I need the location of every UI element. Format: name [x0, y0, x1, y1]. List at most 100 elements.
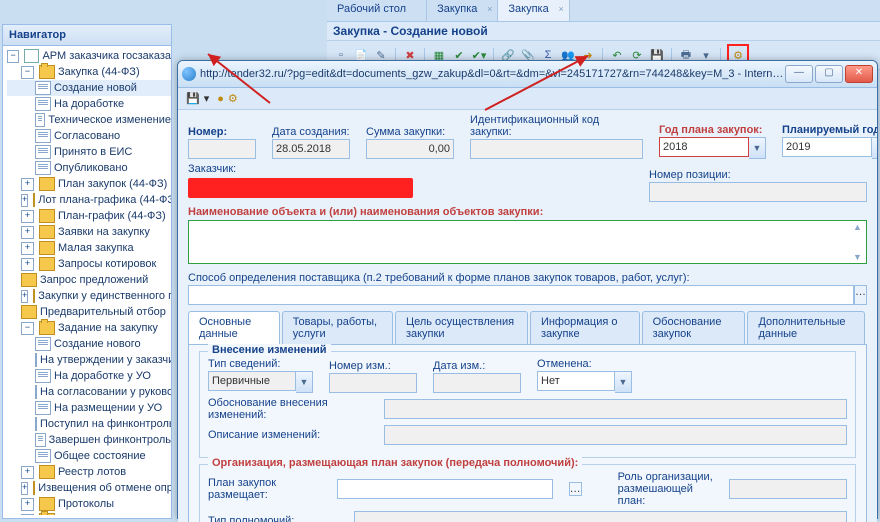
- tree-item[interactable]: Создание новой: [7, 80, 171, 96]
- chevron-down-icon[interactable]: ▼: [872, 137, 877, 159]
- action2-icon[interactable]: ⚙: [228, 93, 238, 105]
- doc-title: Закупка - Создание новой: [327, 22, 880, 40]
- tree-item[interactable]: +Запросы котировок: [7, 256, 171, 272]
- tree-item[interactable]: Поступил на финконтроль: [7, 416, 171, 432]
- expand-icon[interactable]: +: [21, 226, 34, 239]
- dizm-input[interactable]: [433, 373, 521, 393]
- tree-item[interactable]: Запрос предложений: [7, 272, 171, 288]
- plan-input[interactable]: [337, 479, 553, 499]
- rol-input[interactable]: [729, 479, 847, 499]
- tp-input[interactable]: [354, 511, 847, 522]
- nizm-input[interactable]: [329, 373, 417, 393]
- lookup-button[interactable]: …: [569, 482, 582, 496]
- tree-item[interactable]: −Контракты: [7, 512, 171, 515]
- expand-icon[interactable]: +: [21, 242, 34, 255]
- expand-icon[interactable]: +: [21, 290, 28, 303]
- tree-item[interactable]: +План закупок (44-ФЗ): [7, 176, 171, 192]
- tree-item[interactable]: +Малая закупка: [7, 240, 171, 256]
- tab-desktop[interactable]: Рабочий стол: [327, 0, 427, 21]
- date-created-input[interactable]: [272, 139, 350, 159]
- doc-icon: [35, 97, 51, 111]
- god-select[interactable]: [659, 137, 749, 157]
- maximize-button[interactable]: ▢: [815, 65, 843, 83]
- tree-item[interactable]: На доработке: [7, 96, 171, 112]
- folder-open-icon: [39, 65, 55, 79]
- minimize-button[interactable]: —: [785, 65, 813, 83]
- naimen-textarea[interactable]: ▲▼: [188, 220, 867, 264]
- tree-item[interactable]: Общее состояние: [7, 448, 171, 464]
- tree-item[interactable]: На размещении у УО: [7, 400, 171, 416]
- tree-item[interactable]: +Извещения об отмене опреде: [7, 480, 171, 496]
- expand-icon[interactable]: +: [21, 194, 28, 207]
- close-icon[interactable]: ×: [558, 4, 563, 14]
- scroll-down-icon[interactable]: ▼: [853, 252, 862, 262]
- tab-purpose[interactable]: Цель осуществления закупки: [395, 311, 528, 344]
- opis-input[interactable]: [384, 425, 847, 445]
- scroll-up-icon[interactable]: ▲: [853, 222, 862, 232]
- folder-open-icon: [39, 513, 55, 515]
- tree-item[interactable]: +Реестр лотов: [7, 464, 171, 480]
- tree-item[interactable]: +Лот плана-графика (44-ФЗ): [7, 192, 171, 208]
- tab-zakupka-1[interactable]: Закупка×: [427, 0, 498, 21]
- dropdown-icon[interactable]: ▾: [204, 92, 210, 105]
- save-icon[interactable]: 💾: [186, 92, 200, 105]
- collapse-icon[interactable]: −: [21, 322, 34, 335]
- expand-icon[interactable]: +: [21, 466, 34, 479]
- ie-icon: [182, 67, 196, 81]
- tree-item[interactable]: Создание нового: [7, 336, 171, 352]
- nomer-input[interactable]: [188, 139, 256, 159]
- tab-main[interactable]: Основные данные: [188, 311, 280, 344]
- collapse-icon[interactable]: −: [21, 514, 34, 516]
- expand-icon[interactable]: +: [21, 482, 28, 495]
- close-button[interactable]: ✕: [845, 65, 873, 83]
- expand-icon[interactable]: +: [21, 498, 34, 511]
- tree-item[interactable]: На утверждении у заказчи: [7, 352, 171, 368]
- tree-item[interactable]: −Задание на закупку: [7, 320, 171, 336]
- doc-icon: [35, 449, 51, 463]
- tree-zakupka[interactable]: −Закупка (44-ФЗ): [7, 64, 171, 80]
- obosn-input[interactable]: [384, 399, 847, 419]
- folder-icon: [39, 209, 55, 223]
- tree-root[interactable]: −АРМ заказчика госзаказа: [7, 48, 171, 64]
- label: Дата создания:: [272, 126, 350, 138]
- plan-god-select[interactable]: [782, 137, 872, 157]
- sposob-input[interactable]: [188, 285, 854, 305]
- tab-extra[interactable]: Дополнительные данные: [747, 311, 865, 344]
- summa-input[interactable]: [366, 139, 454, 159]
- section-label: Наименование объекта и (или) наименовани…: [188, 206, 867, 218]
- expand-icon[interactable]: +: [21, 258, 34, 271]
- tree-item[interactable]: Опубликовано: [7, 160, 171, 176]
- doc-icon: [35, 385, 37, 399]
- tree-item[interactable]: Принято в ЕИС: [7, 144, 171, 160]
- nompos-input[interactable]: [649, 182, 867, 202]
- tree-item[interactable]: +Закупки у единственного пост: [7, 288, 171, 304]
- collapse-icon[interactable]: −: [7, 50, 19, 63]
- tip-select[interactable]: [208, 371, 296, 391]
- doc-icon: [35, 129, 51, 143]
- tab-zakupka-2[interactable]: Закупка×: [498, 0, 569, 21]
- collapse-icon[interactable]: −: [21, 66, 34, 79]
- chevron-down-icon[interactable]: ▼: [615, 371, 632, 393]
- close-icon[interactable]: ×: [487, 4, 492, 14]
- tree-item[interactable]: Завершен финконтроль: [7, 432, 171, 448]
- tab-info[interactable]: Информация о закупке: [530, 311, 640, 344]
- tree-item[interactable]: На согласовании у руково: [7, 384, 171, 400]
- lookup-button[interactable]: …: [854, 285, 867, 305]
- label: Сумма закупки:: [366, 126, 454, 138]
- expand-icon[interactable]: +: [21, 210, 34, 223]
- tree-item[interactable]: Согласовано: [7, 128, 171, 144]
- tree-item[interactable]: Техническое изменение: [7, 112, 171, 128]
- tab-goods[interactable]: Товары, работы, услуги: [282, 311, 393, 344]
- expand-icon[interactable]: +: [21, 178, 34, 191]
- tab-just[interactable]: Обоснование закупок: [642, 311, 746, 344]
- action1-icon[interactable]: ●: [217, 93, 224, 105]
- chevron-down-icon[interactable]: ▼: [749, 137, 766, 159]
- tree-item[interactable]: +План-график (44-ФЗ): [7, 208, 171, 224]
- ident-input[interactable]: [470, 139, 643, 159]
- otm-select[interactable]: [537, 371, 615, 391]
- tree-item[interactable]: +Протоколы: [7, 496, 171, 512]
- tree-item[interactable]: Предварительный отбор: [7, 304, 171, 320]
- tree-item[interactable]: На доработке у УО: [7, 368, 171, 384]
- tree-item[interactable]: +Заявки на закупку: [7, 224, 171, 240]
- chevron-down-icon[interactable]: ▼: [296, 371, 313, 393]
